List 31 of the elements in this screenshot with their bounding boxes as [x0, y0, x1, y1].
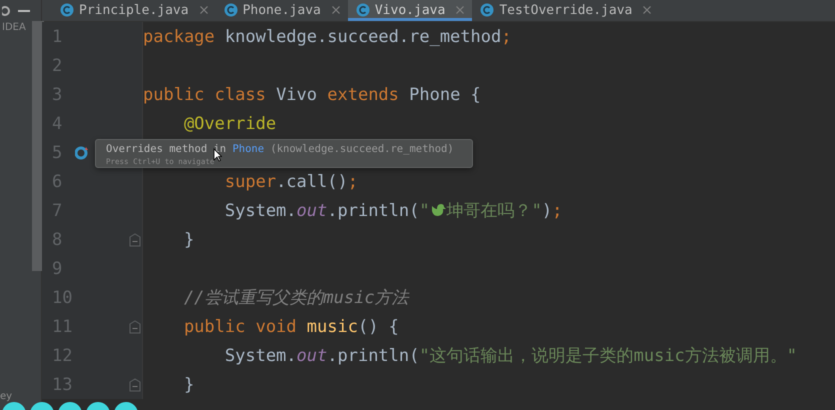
bird-icon — [430, 203, 447, 218]
override-icon[interactable] — [75, 146, 89, 160]
code-line: } — [182, 230, 194, 250]
file-tab[interactable]: Vivo.java — [348, 0, 472, 21]
fold-icon[interactable] — [129, 232, 141, 246]
code-line: System.out.println(" 坤哥在吗？"); — [224, 200, 562, 222]
class-icon — [60, 3, 74, 17]
file-tab[interactable]: Principle.java — [52, 0, 216, 21]
fold-icon[interactable] — [129, 378, 141, 392]
close-icon[interactable] — [332, 6, 340, 14]
file-tab[interactable]: TestOverride.java — [472, 0, 660, 21]
close-icon[interactable] — [200, 6, 208, 14]
class-icon — [480, 3, 494, 17]
code-line: System.out.println("这句话输出，说明是子类的music方法被调用。" — [224, 344, 798, 367]
minimize-icon[interactable] — [18, 9, 30, 13]
close-icon[interactable] — [456, 6, 464, 14]
class-icon — [356, 3, 370, 17]
class-icon — [224, 3, 238, 17]
close-icon[interactable] — [643, 6, 652, 14]
side-label: IDEA — [1, 22, 27, 33]
code-line: package knowledge.succeed.re_method; — [143, 26, 512, 46]
code-line: @Override — [182, 114, 276, 134]
code-line: //尝试重写父类的music方法 — [182, 287, 409, 309]
class-link[interactable]: Phone — [232, 143, 264, 155]
code-line: public void music() { — [182, 316, 399, 336]
code-line: } — [182, 374, 194, 394]
file-tab[interactable]: Phone.java — [216, 0, 348, 21]
side-label: ey — [0, 391, 14, 402]
code-line: public class Vivo extends Phone { — [143, 84, 481, 104]
code-line: super.call(); — [224, 172, 358, 192]
fold-icon[interactable] — [129, 320, 141, 334]
